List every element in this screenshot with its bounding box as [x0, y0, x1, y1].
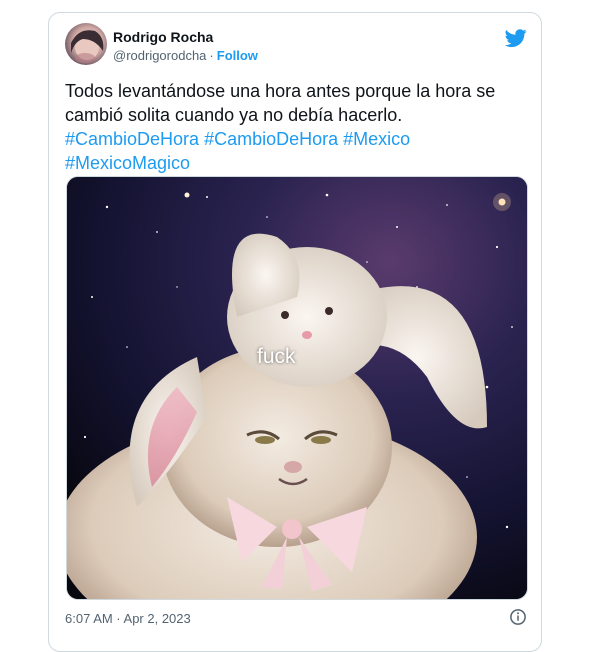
- tweet-timestamp[interactable]: 6:07 AM · Apr 2, 2023: [65, 611, 191, 626]
- hashtag-link[interactable]: #MexicoMagico: [65, 153, 190, 173]
- tweet-text-line: cambió solita cuando ya no debía hacerlo…: [65, 105, 403, 125]
- hashtag-line: #CambioDeHora #CambioDeHora #Mexico: [65, 127, 527, 151]
- tweet-card: Rodrigo Rocha @rodrigorodcha · Follow Todo…: [48, 12, 542, 652]
- hashtag-line: #MexicoMagico: [65, 151, 527, 175]
- author-name[interactable]: Rodrigo Rocha: [113, 29, 213, 45]
- author-handle-line: @rodrigorodcha · Follow: [113, 48, 258, 63]
- info-icon[interactable]: [509, 608, 527, 626]
- avatar[interactable]: [65, 23, 107, 65]
- author-handle[interactable]: @rodrigorodcha: [113, 48, 206, 63]
- follow-button[interactable]: Follow: [217, 48, 258, 63]
- twitter-bird-icon[interactable]: [504, 27, 527, 49]
- tweet-image[interactable]: [66, 176, 528, 600]
- separator-dot: ·: [209, 48, 214, 63]
- hashtag-link[interactable]: #CambioDeHora: [65, 129, 199, 149]
- image-caption: fuck: [257, 345, 296, 368]
- tweet-text-line: Todos levantándose una hora antes porque…: [65, 81, 496, 101]
- hashtag-link[interactable]: #Mexico: [343, 129, 410, 149]
- hashtag-link[interactable]: #CambioDeHora: [204, 129, 338, 149]
- tweet-text: Todos levantándose una hora antes porque…: [65, 79, 527, 175]
